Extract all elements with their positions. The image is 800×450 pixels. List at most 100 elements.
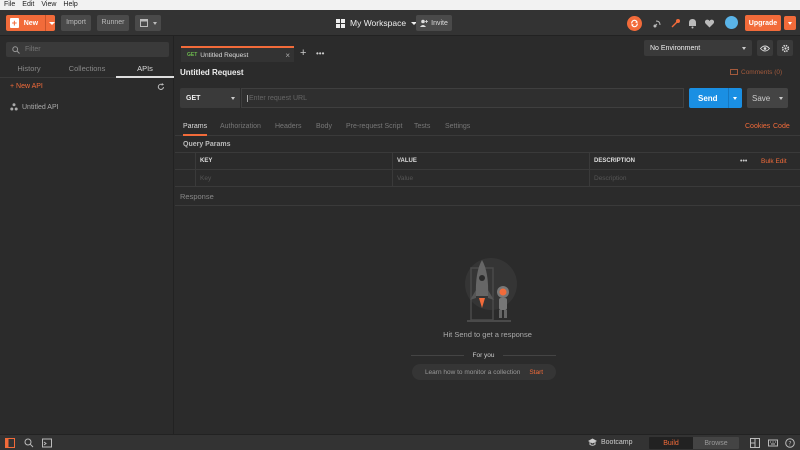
- new-button[interactable]: + New: [6, 15, 55, 31]
- toggle-sidebar-icon[interactable]: [5, 438, 15, 448]
- eye-icon: [760, 45, 770, 51]
- request-tabs: Params Authorization Headers Body Pre-re…: [175, 120, 800, 136]
- status-bar: Bootcamp Build Browse ?: [0, 434, 800, 450]
- bell-icon[interactable]: [687, 18, 698, 29]
- tab-method: GET: [187, 52, 198, 58]
- save-label: Save: [752, 93, 771, 103]
- main-panel: GET Untitled Request × + ••• No Environm…: [175, 36, 800, 434]
- invite-button[interactable]: Invite: [416, 15, 452, 31]
- sidebar-tabs: History Collections APIs: [0, 60, 174, 78]
- save-button[interactable]: Save: [747, 88, 788, 108]
- sidebar: Filter History Collections APIs + New AP…: [0, 36, 174, 434]
- tab-untitled-request[interactable]: GET Untitled Request ×: [181, 46, 294, 62]
- tab-params[interactable]: Params: [183, 120, 208, 136]
- filter-box[interactable]: Filter: [6, 42, 169, 57]
- window-icon: [139, 19, 148, 27]
- send-button[interactable]: Send: [689, 88, 742, 108]
- menu-view[interactable]: View: [41, 0, 56, 10]
- method-label: GET: [186, 94, 201, 102]
- tab-headers[interactable]: Headers: [275, 120, 301, 134]
- keyboard-icon[interactable]: [768, 438, 778, 448]
- menu-help[interactable]: Help: [63, 0, 77, 10]
- rocket-illustration-icon: [465, 258, 517, 322]
- upgrade-dropdown[interactable]: [784, 16, 796, 30]
- import-button[interactable]: Import: [61, 15, 91, 31]
- tab-settings[interactable]: Settings: [445, 120, 470, 134]
- tab-apis[interactable]: APIs: [116, 60, 174, 78]
- method-select[interactable]: GET: [180, 88, 240, 108]
- sidebar-item-label: Untitled API: [22, 103, 59, 111]
- description-input[interactable]: Description: [589, 170, 800, 187]
- sync-icon: [631, 19, 638, 28]
- url-placeholder: Enter request URL: [247, 94, 307, 102]
- upgrade-button[interactable]: Upgrade: [745, 15, 781, 31]
- comments-label: Comments (0): [741, 69, 783, 76]
- chevron-down-icon[interactable]: [779, 96, 783, 100]
- close-icon[interactable]: ×: [285, 51, 290, 60]
- environment-label: No Environment: [650, 44, 701, 52]
- sidebar-item-untitled-api[interactable]: Untitled API: [10, 103, 59, 111]
- cookies-link[interactable]: Cookies: [745, 120, 770, 134]
- bootcamp-button[interactable]: Bootcamp: [588, 438, 633, 446]
- find-icon[interactable]: [24, 438, 34, 448]
- chevron-down-icon[interactable]: [733, 96, 737, 100]
- grid-icon: [336, 18, 345, 28]
- two-pane-icon[interactable]: [750, 438, 760, 448]
- more-icon[interactable]: •••: [316, 47, 324, 61]
- satellite-icon[interactable]: [652, 18, 663, 29]
- plus-icon: +: [10, 18, 19, 28]
- key-input[interactable]: Key: [195, 170, 392, 187]
- comments-button[interactable]: Comments (0): [730, 69, 782, 76]
- menu-file[interactable]: File: [4, 0, 15, 10]
- tab-history[interactable]: History: [0, 60, 58, 78]
- search-icon: [12, 45, 20, 54]
- tab-body[interactable]: Body: [316, 120, 332, 134]
- learn-label: Learn how to monitor a collection: [424, 368, 521, 376]
- empty-response-message: Hit Send to get a response: [443, 330, 532, 339]
- manage-environments[interactable]: [777, 40, 793, 56]
- add-tab-icon[interactable]: +: [300, 46, 306, 60]
- query-params-title: Query Params: [183, 141, 231, 148]
- code-link[interactable]: Code: [773, 120, 790, 134]
- workspace-switcher[interactable]: My Workspace: [336, 16, 418, 30]
- response-bar: [175, 186, 800, 206]
- console-icon[interactable]: [42, 438, 52, 448]
- tab-pre-request-script[interactable]: Pre-request Script: [346, 120, 402, 134]
- chevron-down-icon[interactable]: [49, 21, 55, 25]
- runner-button[interactable]: Runner: [97, 15, 129, 31]
- filter-input[interactable]: Filter: [25, 46, 41, 53]
- url-input[interactable]: Enter request URL: [241, 88, 684, 108]
- environment-select[interactable]: No Environment: [644, 40, 752, 56]
- chevron-down-icon: [231, 96, 235, 100]
- column-key: KEY: [195, 153, 392, 170]
- browse-toggle[interactable]: Browse: [693, 437, 739, 449]
- start-link[interactable]: Start: [529, 369, 543, 376]
- chevron-down-icon: [788, 21, 792, 25]
- app-header: + New Import Runner My Workspace Invite …: [0, 10, 800, 36]
- bulk-edit-link[interactable]: Bulk Edit: [761, 153, 787, 170]
- sync-button[interactable]: [627, 16, 642, 31]
- avatar[interactable]: [725, 16, 738, 29]
- chevron-down-icon: [152, 21, 157, 25]
- help-icon[interactable]: ?: [785, 438, 795, 448]
- value-input[interactable]: Value: [392, 170, 589, 187]
- request-title[interactable]: Untitled Request: [180, 68, 244, 77]
- new-api-button[interactable]: + New API: [10, 83, 43, 90]
- more-options-icon[interactable]: •••: [740, 158, 747, 165]
- menu-edit[interactable]: Edit: [22, 0, 34, 10]
- tab-collections[interactable]: Collections: [58, 60, 116, 78]
- heart-icon[interactable]: [704, 18, 715, 29]
- environment-quick-look[interactable]: [757, 40, 773, 56]
- bootcamp-icon: [588, 438, 597, 446]
- refresh-icon[interactable]: [157, 83, 165, 91]
- tab-tests[interactable]: Tests: [414, 120, 430, 134]
- learn-monitor-card[interactable]: Learn how to monitor a collection Start: [412, 364, 556, 380]
- workspace-label: My Workspace: [350, 18, 407, 28]
- new-window-button[interactable]: [135, 15, 161, 31]
- comment-icon: [730, 69, 738, 75]
- for-you-divider: For you: [411, 350, 557, 360]
- tab-authorization[interactable]: Authorization: [220, 120, 261, 134]
- build-toggle[interactable]: Build: [649, 437, 693, 449]
- invite-label: Invite: [431, 19, 448, 27]
- interceptor-icon[interactable]: [670, 18, 681, 29]
